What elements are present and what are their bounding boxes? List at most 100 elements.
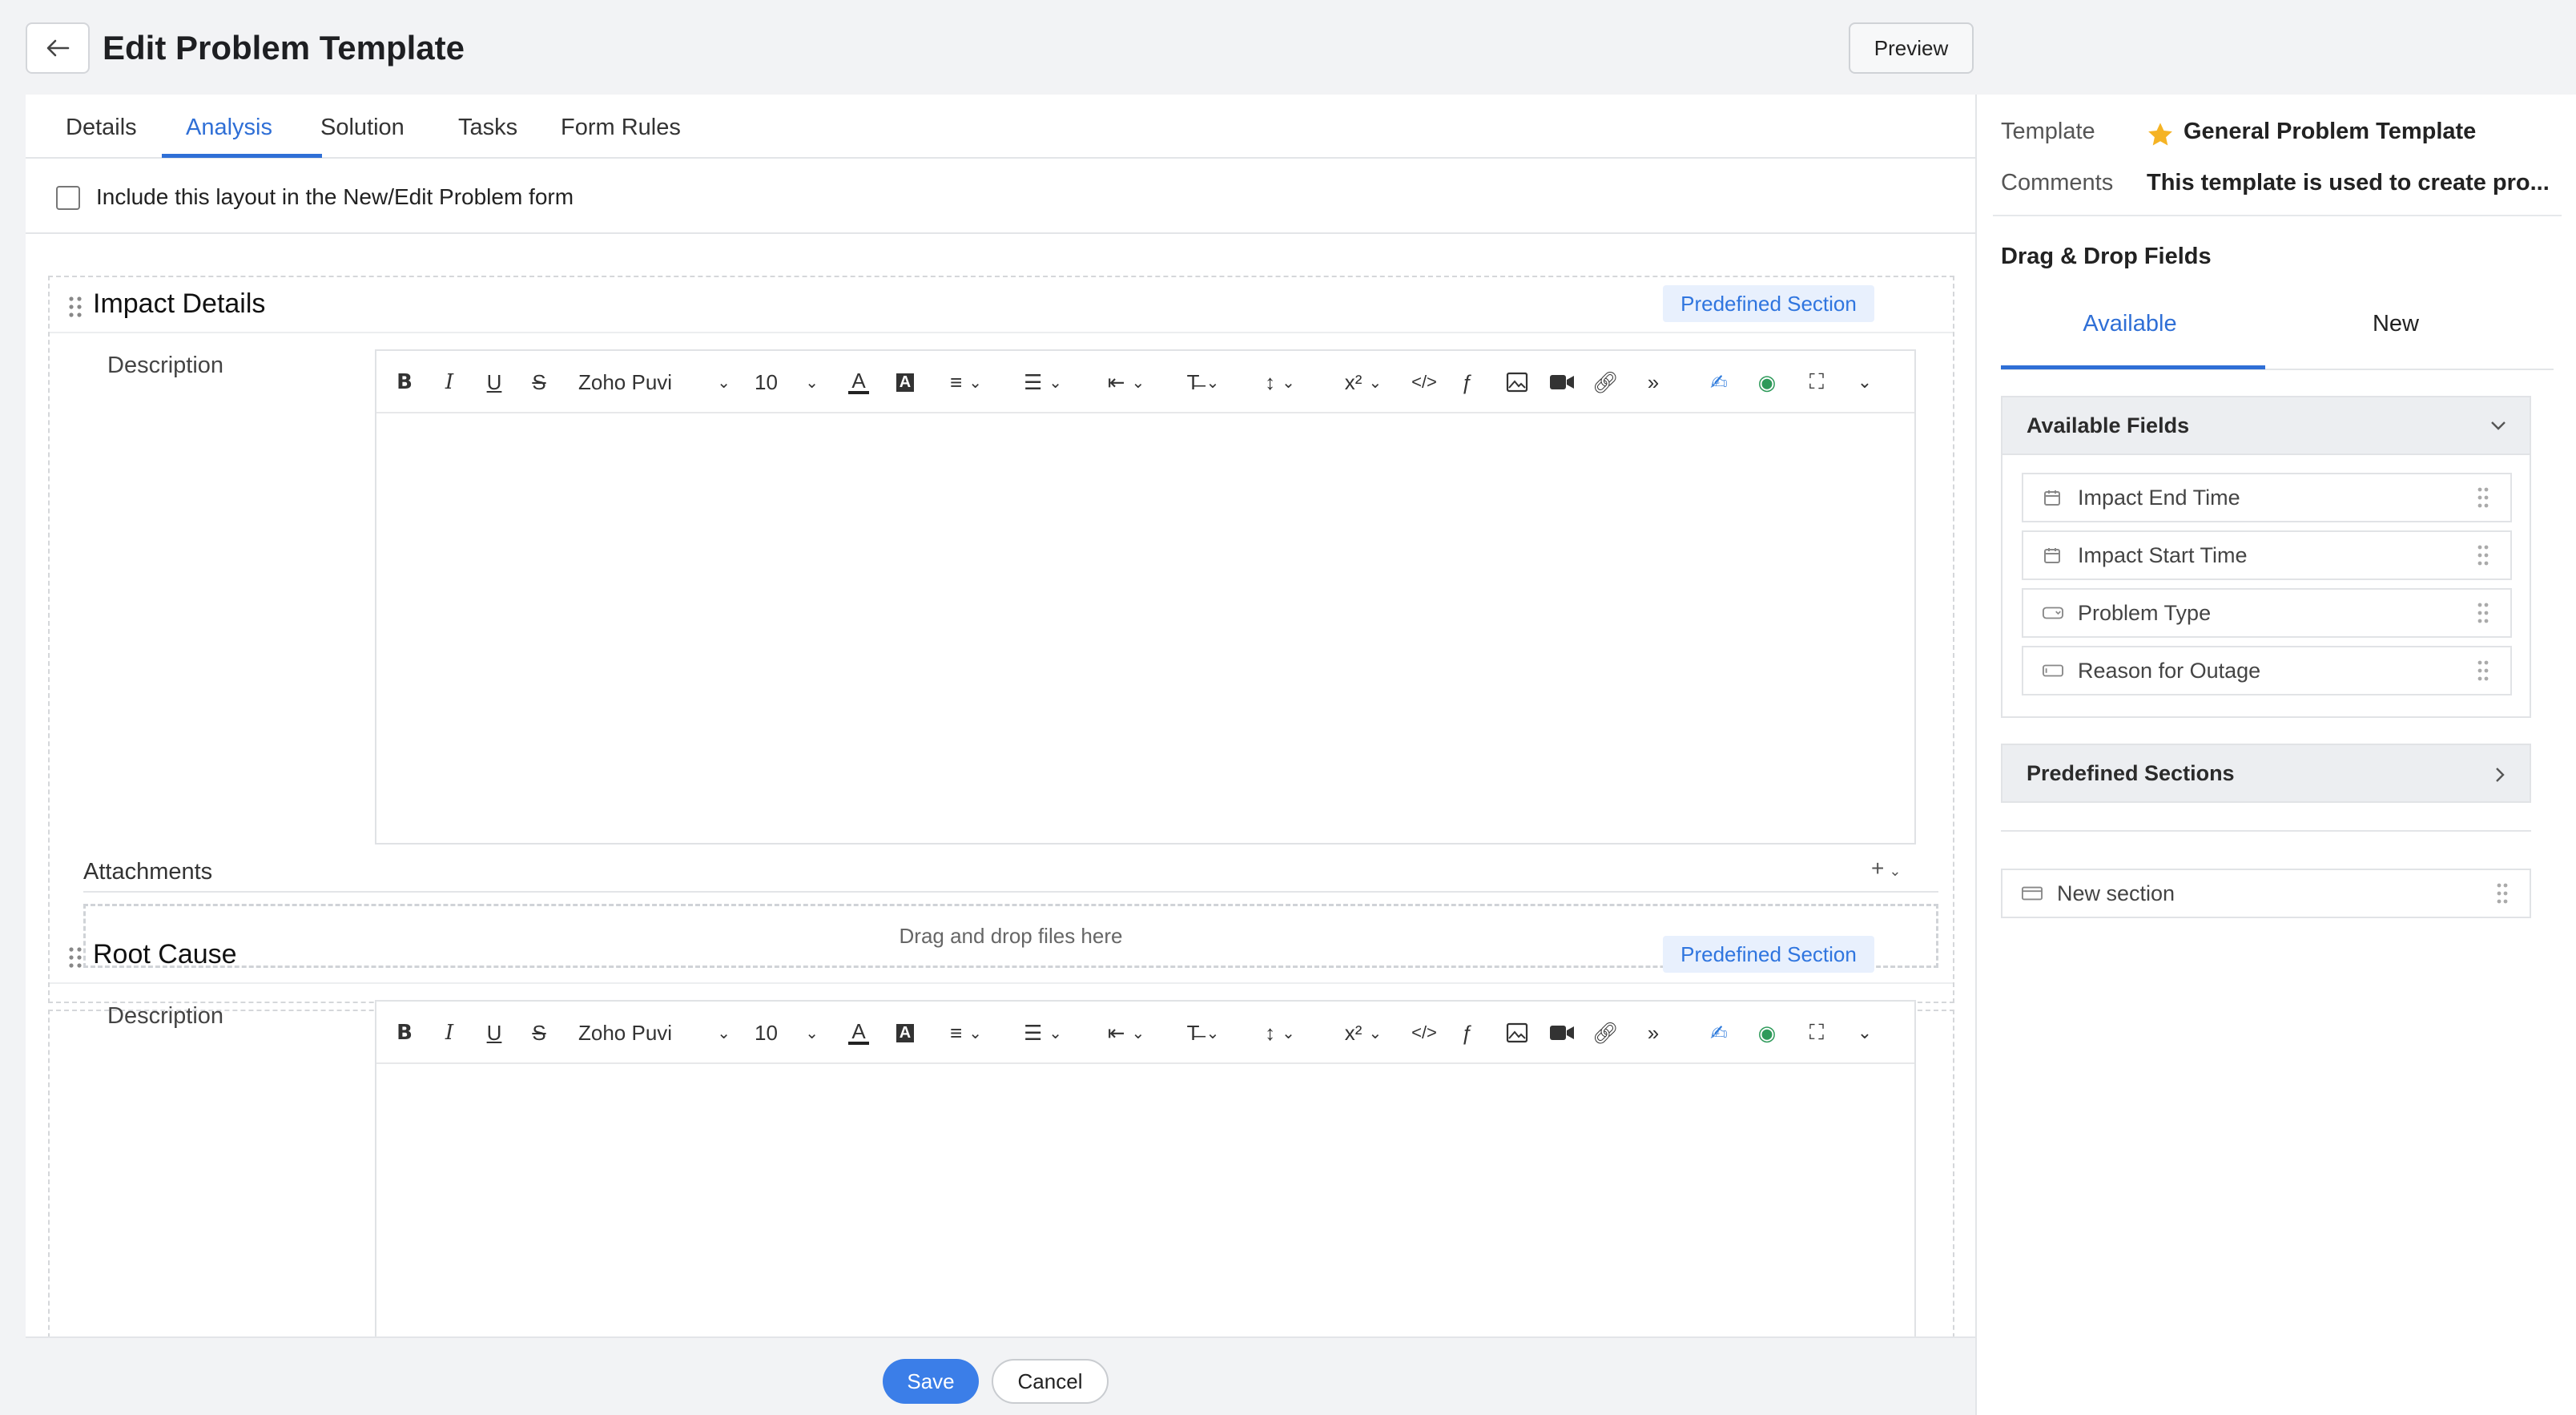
strikethrough-icon[interactable]: S [527, 1018, 551, 1048]
italic-icon[interactable]: I [437, 1018, 461, 1048]
active-tab-indicator [2001, 365, 2265, 369]
back-button[interactable] [26, 22, 90, 74]
description-label: Description [107, 1003, 224, 1029]
arrow-left-icon [46, 39, 70, 57]
font-family-select[interactable]: Zoho Puvi ⌄ [578, 367, 731, 397]
field-item[interactable]: Problem Type [2022, 588, 2512, 638]
more-options-icon[interactable]: » [1637, 367, 1669, 397]
field-item[interactable]: Reason for Outage [2022, 646, 2512, 695]
clear-format-icon[interactable]: T̶ ⌄ [1177, 1018, 1229, 1048]
bold-icon[interactable]: B [392, 367, 417, 397]
signature-icon[interactable]: ✍︎ [1701, 1018, 1737, 1048]
font-size-value: 10 [755, 369, 778, 394]
font-size-select[interactable]: 10 ⌄ [755, 367, 819, 397]
new-section-label: New section [2057, 881, 2176, 905]
drag-drop-title: Drag & Drop Fields [2001, 244, 2212, 269]
field-item[interactable]: Impact Start Time [2022, 530, 2512, 580]
field-label: Problem Type [2078, 600, 2212, 625]
drag-handle-icon[interactable] [2496, 882, 2509, 905]
font-family-select[interactable]: Zoho Puvi ⌄ [578, 1018, 731, 1048]
predefined-sections-header[interactable]: Predefined Sections [2001, 744, 2531, 803]
line-height-icon[interactable]: ↕ ⌄ [1254, 1018, 1306, 1048]
attachment-drop-zone[interactable]: Drag and drop files here [83, 904, 1938, 968]
superscript-icon[interactable]: x² ⌄ [1338, 367, 1389, 397]
preview-button[interactable]: Preview [1849, 22, 1974, 74]
insert-video-icon[interactable] [1546, 1018, 1578, 1048]
link-icon[interactable]: 🔗︎ [1589, 1018, 1621, 1048]
drag-handle-icon[interactable] [2477, 659, 2489, 682]
cancel-button[interactable]: Cancel [992, 1359, 1109, 1404]
chevron-right-icon [2496, 768, 2505, 782]
tab-available[interactable]: Available [2001, 311, 2259, 337]
signature-icon[interactable]: ✍︎ [1701, 367, 1737, 397]
list-icon[interactable]: ☰ ⌄ [1017, 1018, 1069, 1048]
text-color-icon[interactable]: A [846, 1018, 871, 1048]
drag-handle-icon[interactable] [67, 945, 83, 970]
chevron-down-icon: ⌄ [805, 373, 819, 392]
chevron-down-icon: ⌄ [717, 373, 731, 392]
list-icon[interactable]: ☰ ⌄ [1017, 367, 1069, 397]
fullscreen-icon[interactable]: ⛶ [1801, 367, 1833, 397]
italic-icon[interactable]: I [437, 367, 461, 397]
user-mention-icon[interactable]: ◉ [1749, 1018, 1785, 1048]
bold-icon[interactable]: B [392, 1018, 417, 1048]
tab-details[interactable]: Details [66, 112, 137, 143]
superscript-icon[interactable]: x² ⌄ [1338, 1018, 1389, 1048]
tab-new[interactable]: New [2267, 311, 2525, 337]
indent-icon[interactable]: ⇤ ⌄ [1101, 1018, 1152, 1048]
align-icon[interactable]: ≡ ⌄ [940, 1018, 992, 1048]
tab-form-rules[interactable]: Form Rules [561, 112, 681, 143]
tab-tasks[interactable]: Tasks [458, 112, 517, 143]
font-size-select[interactable]: 10 ⌄ [755, 1018, 819, 1048]
new-section-item[interactable]: New section [2001, 869, 2531, 918]
highlight-color-icon[interactable]: A [892, 1018, 918, 1048]
insert-video-icon[interactable] [1546, 367, 1578, 397]
predefined-section-badge: Predefined Section [1663, 285, 1874, 322]
indent-icon[interactable]: ⇤ ⌄ [1101, 367, 1152, 397]
tab-bar: Details Analysis Solution Tasks Form Rul… [26, 95, 1975, 159]
drag-handle-icon[interactable] [2477, 544, 2489, 566]
rich-text-editor[interactable]: B I U S Zoho Puvi ⌄ 10 ⌄ A A ≡ ⌄ ☰ ⌄ ⇤ ⌄ T̶ ⌄ … [375, 349, 1916, 845]
tab-solution[interactable]: Solution [320, 112, 405, 143]
collapse-toolbar-icon[interactable]: ⌄ [1849, 1018, 1881, 1048]
include-layout-label: Include this layout in the New/Edit Prob… [96, 184, 574, 209]
drag-handle-icon[interactable] [67, 295, 83, 319]
drag-handle-icon[interactable] [2477, 486, 2489, 509]
available-fields-header[interactable]: Available Fields [2001, 396, 2531, 455]
chevron-down-icon [2491, 421, 2506, 430]
text-color-icon[interactable]: A [846, 367, 871, 397]
include-layout-checkbox[interactable] [56, 186, 80, 210]
field-label: Reason for Outage [2078, 658, 2261, 683]
save-button[interactable]: Save [883, 1359, 979, 1404]
rich-text-editor[interactable]: B I U S Zoho Puvi ⌄ 10 ⌄ A A ≡ ⌄ ☰ ⌄ ⇤ ⌄ T̶ ⌄ … [375, 1000, 1916, 1336]
insert-image-icon[interactable] [1501, 1018, 1533, 1048]
more-options-icon[interactable]: » [1637, 1018, 1669, 1048]
code-block-icon[interactable]: ƒ [1451, 1018, 1483, 1048]
underline-icon[interactable]: U [482, 1018, 506, 1048]
underline-icon[interactable]: U [482, 367, 506, 397]
line-height-icon[interactable]: ↕ ⌄ [1254, 367, 1306, 397]
section-title: Impact Details [93, 288, 266, 319]
strikethrough-icon[interactable]: S [527, 367, 551, 397]
chevron-down-icon: ⌄ [717, 1024, 731, 1042]
highlight-color-icon[interactable]: A [892, 367, 918, 397]
code-icon[interactable]: </> [1408, 367, 1440, 397]
predefined-sections-title: Predefined Sections [2027, 760, 2235, 785]
tab-analysis[interactable]: Analysis [186, 112, 272, 143]
code-icon[interactable]: </> [1408, 1018, 1440, 1048]
drag-handle-icon[interactable] [2477, 602, 2489, 624]
field-item[interactable]: Impact End Time [2022, 473, 2512, 522]
align-icon[interactable]: ≡ ⌄ [940, 367, 992, 397]
template-label: Template [2001, 119, 2095, 144]
sidebar-divider [1993, 215, 2562, 216]
link-icon[interactable]: 🔗︎ [1589, 367, 1621, 397]
insert-image-icon[interactable] [1501, 367, 1533, 397]
user-mention-icon[interactable]: ◉ [1749, 367, 1785, 397]
clear-format-icon[interactable]: T̶ ⌄ [1177, 367, 1229, 397]
collapse-toolbar-icon[interactable]: ⌄ [1849, 367, 1881, 397]
fullscreen-icon[interactable]: ⛶ [1801, 1018, 1833, 1048]
sidebar-divider [2001, 830, 2531, 832]
code-block-icon[interactable]: ƒ [1451, 367, 1483, 397]
add-attachment-icon[interactable]: + ⌄ [1871, 856, 1901, 881]
comments-label: Comments [2001, 170, 2114, 196]
